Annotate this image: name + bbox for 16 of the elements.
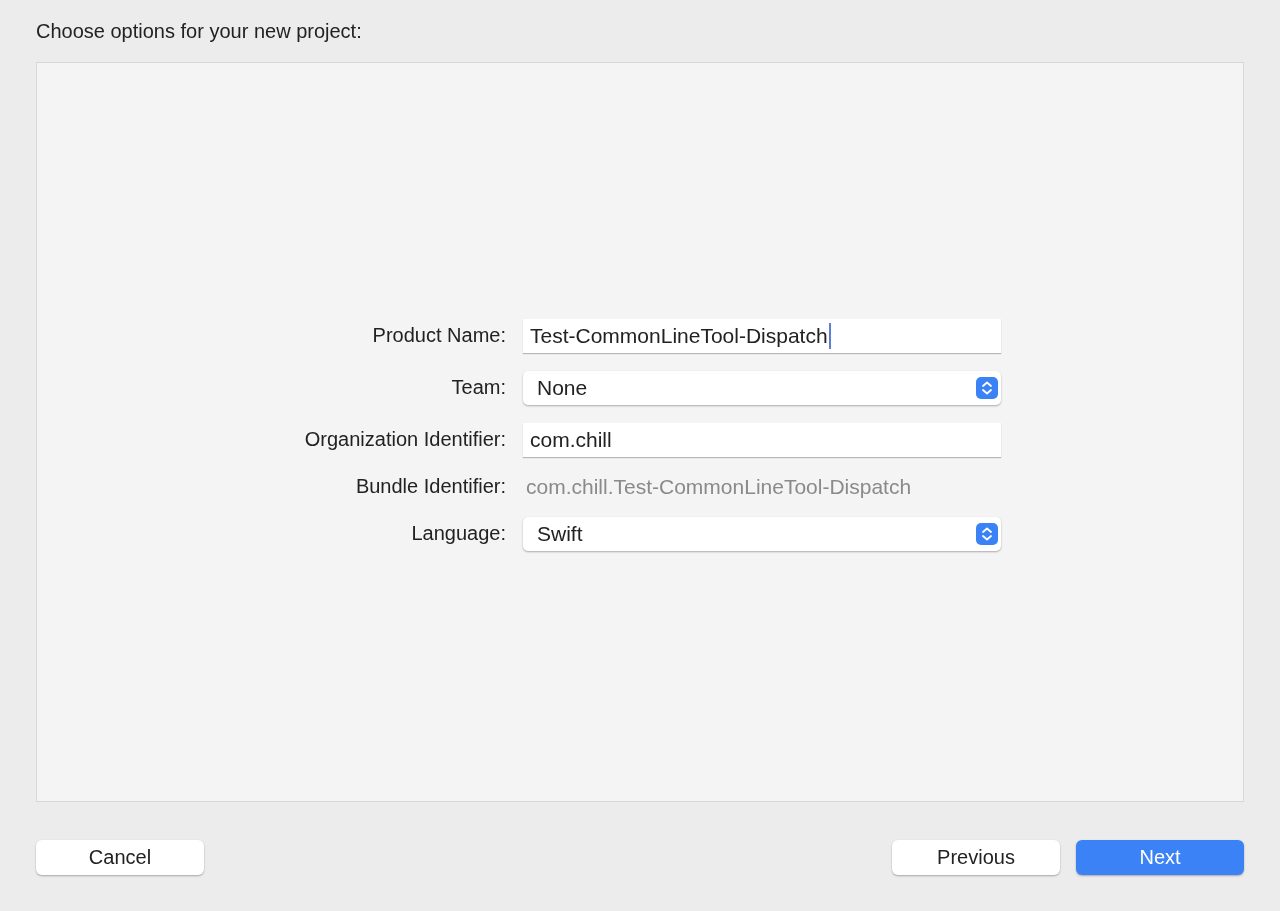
input-field[interactable]: com.chill	[523, 422, 1001, 457]
up-down-chevron-icon	[976, 522, 998, 545]
next-button[interactable]: Next	[1076, 840, 1244, 875]
dialog-heading: Choose options for your new project:	[36, 20, 363, 44]
field-label: Product Name:	[371, 324, 506, 347]
field-label: Organization Identifier:	[303, 428, 506, 451]
dialog-button[interactable]: Previous	[892, 840, 1060, 875]
field-label: Team:	[450, 376, 506, 399]
up-down-chevron-icon	[976, 376, 998, 399]
field-label: Language:	[410, 522, 506, 545]
bundle-identifier-value: com.chill.Test-CommonLineTool-Dispatch	[525, 474, 913, 499]
input-field[interactable]: Test-CommonLineTool-Dispatch	[523, 318, 1001, 353]
popup-button[interactable]: None	[523, 370, 1001, 405]
field-label: Bundle Identifier:	[354, 475, 506, 498]
dialog-button[interactable]: Cancel	[36, 840, 204, 875]
popup-button[interactable]: Swift	[523, 516, 1001, 551]
